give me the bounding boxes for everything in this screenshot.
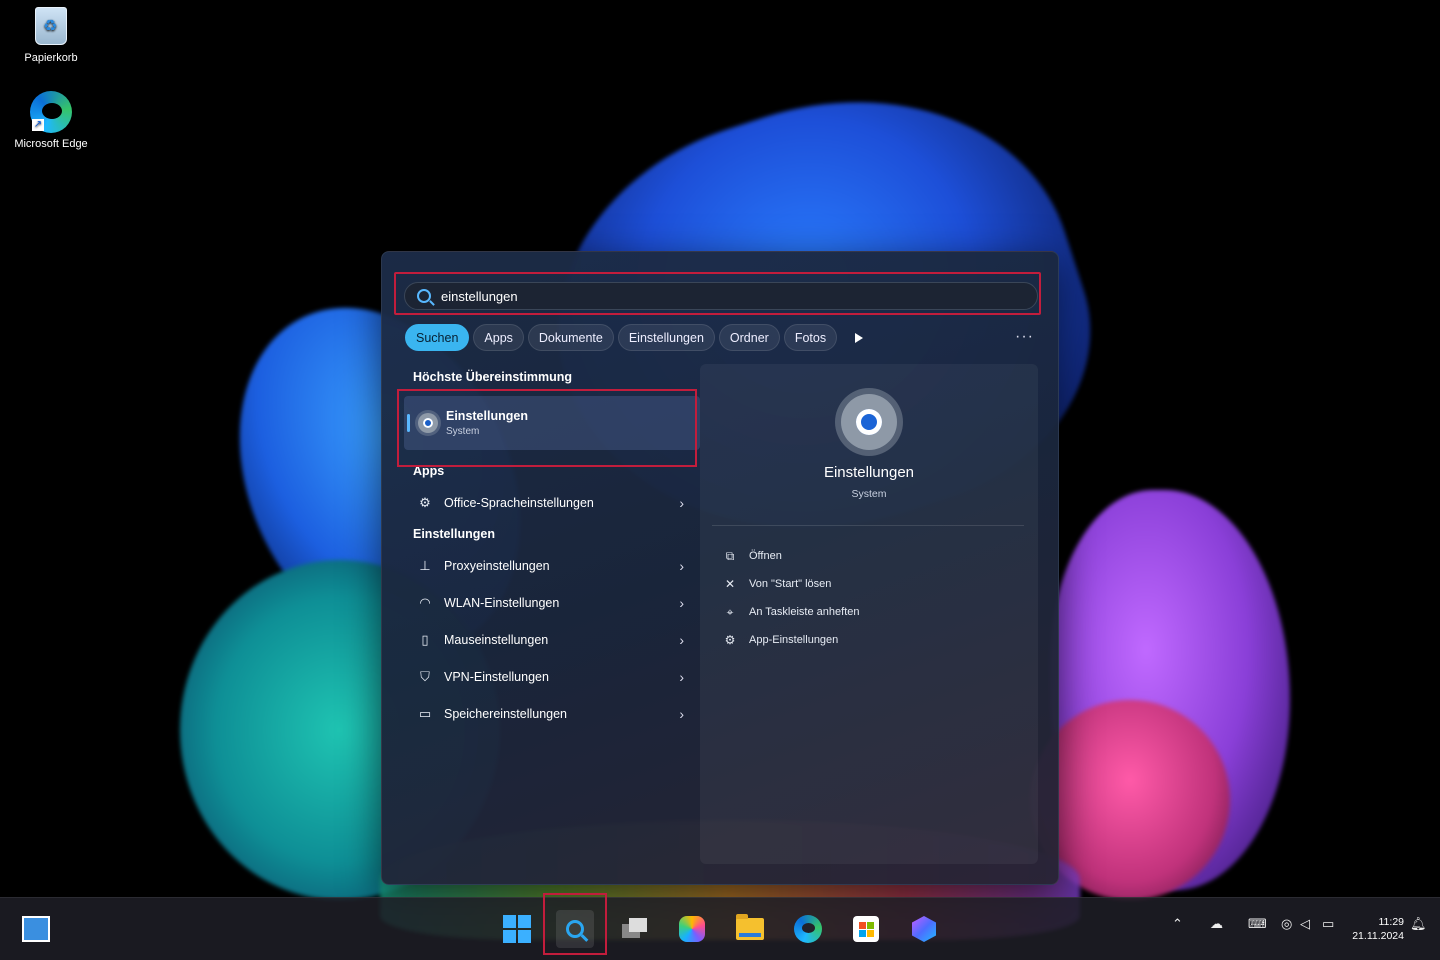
- m365-button[interactable]: [909, 914, 939, 944]
- action-label: An Taskleiste anheften: [749, 606, 860, 618]
- microsoft-365-icon: [912, 916, 936, 942]
- clock[interactable]: 11:29 21.11.2024: [1350, 915, 1404, 943]
- unpin-icon: ✕: [724, 577, 736, 591]
- desktop-icon-edge[interactable]: ↗ Microsoft Edge: [6, 90, 96, 150]
- filter-bar: Suchen Apps Dokumente Einstellungen Ordn…: [405, 324, 864, 351]
- chevron-right-icon[interactable]: ›: [679, 595, 684, 611]
- action-label: App-Einstellungen: [749, 634, 839, 646]
- result-wlan[interactable]: ◠ WLAN-Einstellungen ›: [404, 584, 700, 621]
- shortcut-arrow-icon: ↗: [32, 119, 44, 131]
- result-label: Office-Spracheinstellungen: [444, 495, 594, 510]
- result-label: Speichereinstellungen: [444, 706, 568, 721]
- filter-chip-apps[interactable]: Apps: [473, 324, 524, 351]
- folder-icon: [736, 914, 764, 940]
- widgets-icon: [22, 916, 50, 942]
- volume-icon[interactable]: ◁: [1300, 916, 1310, 932]
- desktop-icon-label: Papierkorb: [24, 52, 78, 64]
- task-view-button[interactable]: [619, 914, 649, 944]
- action-unpin-start[interactable]: ✕ Von "Start" lösen: [722, 570, 859, 598]
- result-label: VPN-Einstellungen: [444, 669, 549, 684]
- show-hidden-icons-chevron-up-icon[interactable]: ⌃: [1172, 916, 1183, 932]
- preview-actions: ⧉ Öffnen ✕ Von "Start" lösen ⌖ An Taskle…: [722, 542, 860, 654]
- filter-chip-ordner[interactable]: Ordner: [718, 324, 780, 351]
- result-label: WLAN-Einstellungen: [444, 595, 560, 610]
- clock-date: 21.11.2024: [1352, 930, 1404, 942]
- chevron-right-icon[interactable]: ›: [679, 558, 684, 574]
- clock-time: 11:29: [1378, 916, 1405, 928]
- chevron-right-icon[interactable]: ›: [679, 706, 684, 722]
- storage-icon: ▭: [418, 705, 432, 721]
- settings-heading: Einstellungen: [413, 527, 495, 541]
- filter-chip-suchen[interactable]: Suchen: [405, 324, 470, 351]
- more-options-button[interactable]: ···: [1015, 328, 1034, 346]
- settings-large-icon: [841, 394, 897, 450]
- windows-logo-icon: [503, 915, 531, 943]
- edge-icon: ↗: [30, 91, 72, 133]
- selection-accent: [407, 414, 410, 432]
- preview-subtitle: System: [851, 488, 887, 500]
- best-match-item[interactable]: Einstellungen System: [404, 396, 700, 450]
- chevron-right-icon[interactable]: ›: [679, 495, 684, 511]
- settings-app-icon: [418, 413, 438, 433]
- desktop-icon-label: Microsoft Edge: [14, 138, 88, 150]
- best-match-subtitle: System: [446, 426, 480, 437]
- edge-taskbar-button[interactable]: [793, 914, 823, 944]
- best-match-title: Einstellungen: [446, 409, 528, 423]
- result-proxy[interactable]: ⊥ Proxyeinstellungen ›: [404, 547, 700, 584]
- action-label: Öffnen: [749, 550, 782, 562]
- action-open[interactable]: ⧉ Öffnen: [722, 542, 859, 570]
- gear-icon: ⚙: [724, 633, 736, 647]
- desktop-icon-recycle-bin[interactable]: Papierkorb: [6, 4, 96, 64]
- keyboard-icon[interactable]: ⌨: [1248, 916, 1267, 932]
- shield-icon: ⛉: [420, 668, 430, 684]
- search-panel: Suchen Apps Dokumente Einstellungen Ordn…: [381, 251, 1059, 885]
- cloud-offline-icon[interactable]: ☁: [1210, 916, 1223, 932]
- results-list: Höchste Übereinstimmung Einstellungen Sy…: [404, 370, 700, 732]
- taskbar: ⌃ ☁ ⌨ ◎ ◁ ▭ 11:29 21.11.2024 🔔︎: [0, 897, 1440, 960]
- recycle-bin-icon: [35, 7, 67, 45]
- search-input[interactable]: [441, 288, 1001, 304]
- chevron-right-icon[interactable]: ›: [679, 669, 684, 685]
- copilot-button[interactable]: [677, 914, 707, 944]
- taskbar-search-button[interactable]: [556, 910, 594, 948]
- proxy-icon: ⊥: [419, 557, 431, 573]
- pin-icon: ⌖: [726, 604, 734, 619]
- start-button[interactable]: [502, 914, 532, 944]
- widgets-button[interactable]: [21, 914, 51, 944]
- preview-pane: Einstellungen System ⧉ Öffnen ✕ Von "Sta…: [700, 364, 1038, 864]
- action-pin-taskbar[interactable]: ⌖ An Taskleiste anheften: [722, 598, 860, 626]
- language-settings-icon: ⚙: [419, 494, 431, 510]
- copilot-icon: [679, 916, 705, 942]
- best-match-heading: Höchste Übereinstimmung: [413, 370, 573, 384]
- wifi-icon: ◠: [419, 594, 431, 610]
- edge-icon: [794, 915, 822, 943]
- filter-chip-einstellungen[interactable]: Einstellungen: [617, 324, 715, 351]
- action-app-settings[interactable]: ⚙ App-Einstellungen: [722, 626, 859, 654]
- search-box[interactable]: [404, 282, 1038, 310]
- result-label: Mauseinstellungen: [444, 632, 549, 647]
- scroll-filters-right-icon[interactable]: [855, 332, 864, 343]
- result-storage[interactable]: ▭ Speichereinstellungen ›: [404, 695, 700, 732]
- result-label: Proxyeinstellungen: [444, 558, 550, 573]
- result-office-language[interactable]: ⚙ Office-Spracheinstellungen ›: [404, 484, 700, 521]
- store-button[interactable]: [851, 914, 881, 944]
- battery-icon[interactable]: ▭: [1322, 916, 1334, 932]
- search-icon: [566, 920, 584, 938]
- file-explorer-button[interactable]: [735, 914, 765, 944]
- preview-title: Einstellungen: [823, 464, 915, 481]
- result-mouse[interactable]: ▯ Mauseinstellungen ›: [404, 621, 700, 658]
- result-vpn[interactable]: ⛉ VPN-Einstellungen ›: [404, 658, 700, 695]
- chevron-right-icon[interactable]: ›: [679, 632, 684, 648]
- mouse-icon: ▯: [421, 631, 429, 647]
- store-icon: [853, 916, 879, 942]
- filter-chip-dokumente[interactable]: Dokumente: [527, 324, 614, 351]
- divider: [712, 525, 1024, 526]
- search-icon: [417, 289, 431, 303]
- network-globe-icon[interactable]: ◎: [1281, 916, 1292, 932]
- filter-chip-fotos[interactable]: Fotos: [783, 324, 838, 351]
- apps-heading: Apps: [413, 464, 445, 478]
- action-label: Von "Start" lösen: [749, 578, 832, 590]
- open-icon: ⧉: [725, 548, 735, 563]
- notification-bell-icon[interactable]: 🔔︎: [1410, 916, 1427, 932]
